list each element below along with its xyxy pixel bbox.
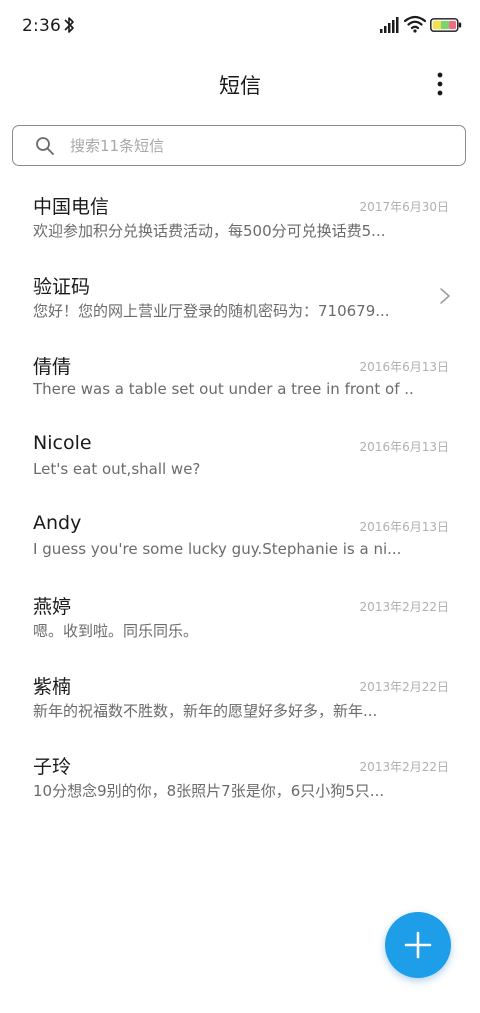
conversation-item[interactable]: Andy 2016年6月13日 I guess you're some luck… (0, 500, 480, 580)
conversation-name: Nicole (33, 432, 92, 454)
wifi-icon (404, 15, 426, 33)
conversation-date: 2013年2月22日 (359, 600, 449, 614)
conversation-item[interactable]: 子玲 2013年2月22日 10分想念9别的你，8张照片7张是你，6只小狗5只.… (0, 740, 480, 820)
conversation-name: 燕婷 (33, 596, 72, 618)
conversation-name: 验证码 (33, 276, 91, 298)
conversation-list: 中国电信 2017年6月30日 欢迎参加积分兑换话费活动，每500分可兑换话费5… (0, 180, 480, 820)
conversation-item[interactable]: 紫楠 2013年2月22日 新年的祝福数不胜数，新年的愿望好多好多，新年... (0, 660, 480, 740)
app-bar: 短信 (0, 56, 480, 112)
conversation-item[interactable]: 中国电信 2017年6月30日 欢迎参加积分兑换话费活动，每500分可兑换话费5… (0, 180, 480, 260)
conversation-snippet: I guess you're some lucky guy.Stephanie … (33, 540, 402, 558)
conversation-date: 2016年6月13日 (359, 360, 449, 374)
conversation-name: 中国电信 (33, 196, 110, 218)
conversation-name: 紫楠 (33, 676, 72, 698)
search-bar[interactable] (12, 125, 466, 166)
status-time: 2:36 (22, 16, 61, 36)
chevron-right-icon (440, 288, 450, 304)
conversation-snippet: 您好！您的网上营业厅登录的随机密码为：710679... (33, 302, 390, 320)
conversation-date: 2017年6月30日 (359, 200, 449, 214)
conversation-name: Andy (33, 512, 82, 534)
new-message-button[interactable] (385, 912, 451, 978)
more-options-button[interactable] (424, 66, 456, 102)
conversation-date: 2016年6月13日 (359, 520, 449, 534)
battery-icon (430, 18, 462, 32)
conversation-item[interactable]: 验证码 您好！您的网上营业厅登录的随机密码为：710679... (0, 260, 480, 340)
conversation-item[interactable]: Nicole 2016年6月13日 Let's eat out,shall we… (0, 420, 480, 500)
conversation-snippet: 10分想念9别的你，8张照片7张是你，6只小狗5只... (33, 782, 385, 800)
more-vertical-icon (437, 72, 443, 96)
conversation-date: 2016年6月13日 (359, 440, 449, 454)
conversation-date: 2013年2月22日 (359, 680, 449, 694)
conversation-snippet: There was a table set out under a tree i… (33, 380, 413, 398)
conversation-name: 倩倩 (33, 356, 72, 378)
conversation-item[interactable]: 燕婷 2013年2月22日 嗯。收到啦。同乐同乐。 (0, 580, 480, 660)
conversation-snippet: 嗯。收到啦。同乐同乐。 (33, 622, 199, 640)
search-icon (36, 137, 54, 155)
conversation-name: 子玲 (33, 756, 72, 778)
conversation-item[interactable]: 倩倩 2016年6月13日 There was a table set out … (0, 340, 480, 420)
conversation-date: 2013年2月22日 (359, 760, 449, 774)
search-input[interactable] (70, 132, 450, 160)
bluetooth-icon (64, 17, 74, 33)
conversation-snippet: Let's eat out,shall we? (33, 460, 201, 478)
plus-icon (404, 931, 432, 959)
status-bar: 2:36 (0, 0, 480, 52)
conversation-snippet: 新年的祝福数不胜数，新年的愿望好多好多，新年... (33, 702, 378, 720)
signal-icon (380, 17, 399, 33)
conversation-snippet: 欢迎参加积分兑换话费活动，每500分可兑换话费5... (33, 222, 386, 240)
page-title: 短信 (219, 74, 261, 98)
